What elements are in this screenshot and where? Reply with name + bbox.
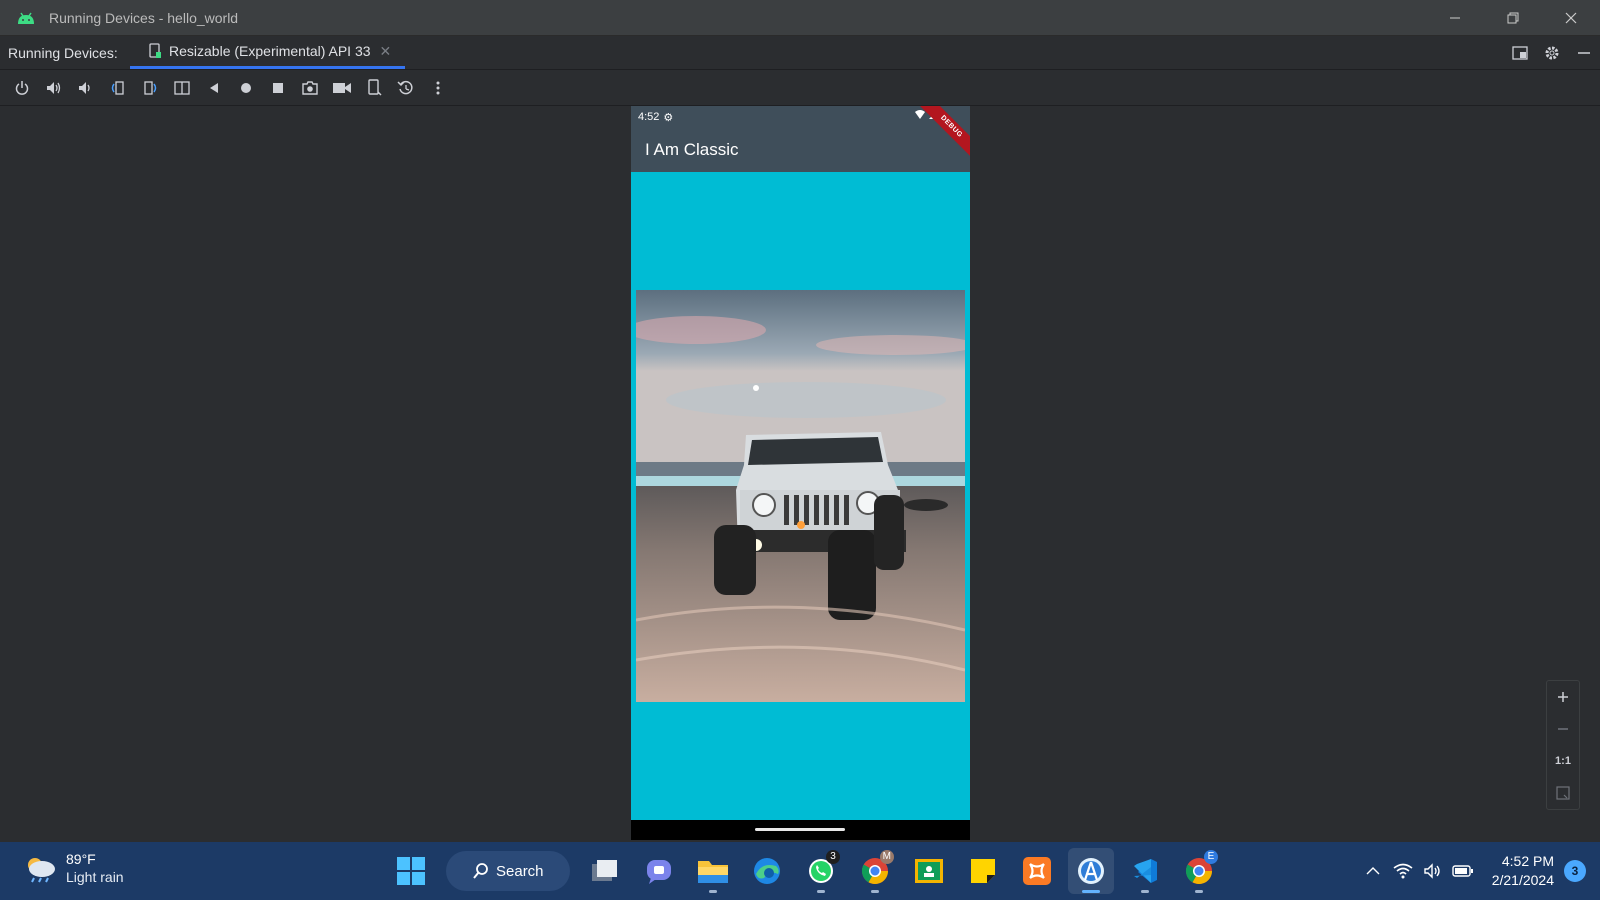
close-window-button[interactable] (1542, 0, 1600, 36)
tab-close-icon[interactable]: ✕ (380, 43, 392, 60)
volume-up-icon[interactable] (38, 73, 70, 103)
task-view-button[interactable] (582, 848, 628, 894)
teams-chat-icon (647, 860, 671, 884)
volume-icon[interactable] (1418, 851, 1448, 891)
power-icon[interactable] (6, 73, 38, 103)
rotate-right-icon[interactable] (134, 73, 166, 103)
fit-screen-button[interactable] (1547, 777, 1579, 809)
weather-temp: 89°F (66, 851, 96, 867)
start-button[interactable] (388, 848, 434, 894)
plus-icon (1558, 692, 1568, 702)
zoom-out-button[interactable] (1547, 713, 1579, 745)
chrome-profile-e-app[interactable]: E (1176, 848, 1222, 894)
android-studio-icon (1078, 858, 1104, 884)
more-icon[interactable] (422, 73, 454, 103)
running-devices-label: Running Devices: (8, 44, 118, 61)
device-frame-icon[interactable] (358, 73, 390, 103)
app-bar: I Am Classic (631, 128, 970, 172)
fit-screen-icon (1556, 786, 1570, 800)
reset-icon[interactable] (390, 73, 422, 103)
gesture-nav-bar (631, 820, 970, 840)
device-display-area: 4:52 ⚙ I Am Classic DEBUG 1:1 (0, 106, 1600, 842)
hide-panel-icon[interactable] (1568, 36, 1600, 70)
chrome-profile-badge-m: M (879, 850, 894, 864)
whatsapp-badge: 3 (826, 850, 840, 864)
vscode-app[interactable] (1122, 848, 1168, 894)
minimize-button[interactable] (1426, 0, 1484, 36)
edge-browser-app[interactable] (744, 848, 790, 894)
screenshot-icon[interactable] (294, 73, 326, 103)
restore-icon (1507, 12, 1519, 24)
folder-icon (698, 861, 728, 883)
search-icon (473, 863, 488, 879)
task-view-icon (592, 860, 617, 881)
taskbar-search[interactable]: Search (446, 851, 570, 891)
taskbar-apps: Search 3 M E (384, 847, 1226, 895)
window-title-bar: Running Devices - hello_world (0, 0, 1600, 36)
battery-icon[interactable] (1448, 851, 1478, 891)
wifi-icon[interactable] (1388, 851, 1418, 891)
whatsapp-app[interactable]: 3 (798, 848, 844, 894)
show-hidden-icons-chevron-up-icon[interactable] (1358, 851, 1388, 891)
clock-date: 2/21/2024 (1491, 872, 1554, 888)
system-tray: 4:52 PM 2/21/2024 3 (1358, 842, 1600, 900)
tab-label: Resizable (Experimental) API 33 (169, 43, 371, 59)
clock-time: 4:52 PM (1501, 853, 1554, 869)
back-icon[interactable] (198, 73, 230, 103)
app-title: I Am Classic (645, 140, 739, 159)
file-explorer-app[interactable] (690, 848, 736, 894)
weather-condition: Light rain (66, 869, 124, 885)
settings-gear-icon[interactable] (1536, 36, 1568, 70)
status-bar: 4:52 ⚙ (631, 106, 970, 128)
teams-chat-app[interactable] (636, 848, 682, 894)
chrome-profile-badge-e: E (1204, 850, 1218, 864)
window-title: Running Devices - hello_world (49, 9, 239, 26)
overview-icon[interactable] (262, 73, 294, 103)
taskbar-clock[interactable]: 4:52 PM 2/21/2024 (1492, 852, 1554, 890)
vscode-icon (1134, 859, 1157, 883)
actual-size-button[interactable]: 1:1 (1547, 745, 1579, 777)
home-icon[interactable] (230, 73, 262, 103)
android-studio-app[interactable] (1068, 848, 1114, 894)
chrome-profile-m-app[interactable]: M (852, 848, 898, 894)
device-screen[interactable]: 4:52 ⚙ I Am Classic DEBUG (631, 106, 970, 840)
notification-center-badge[interactable]: 3 (1564, 860, 1586, 882)
fold-icon[interactable] (166, 73, 198, 103)
windows-taskbar: 89°F Light rain Search 3 M E 4:52 PM 2/2… (0, 842, 1600, 900)
close-icon (1565, 12, 1577, 24)
home-gesture-handle[interactable] (755, 828, 845, 831)
jeep-on-beach-image (636, 290, 965, 702)
xampp-icon (1023, 857, 1051, 885)
minimize-icon (1450, 17, 1460, 19)
zoom-controls: 1:1 (1546, 680, 1580, 810)
device-icon (149, 43, 161, 58)
wifi-icon (915, 110, 925, 119)
edge-icon (754, 858, 780, 884)
sticky-notes-icon (971, 859, 995, 883)
rain-cloud-icon (28, 858, 55, 883)
classroom-icon (915, 859, 943, 883)
tab-resizable-api-33[interactable]: Resizable (Experimental) API 33 ✕ (130, 36, 406, 69)
settings-notification-icon: ⚙ (663, 111, 674, 124)
layout-toggle-icon[interactable] (1504, 36, 1536, 70)
status-time: 4:52 (638, 111, 660, 123)
windows-logo-icon (397, 857, 425, 885)
google-classroom-app[interactable] (906, 848, 952, 894)
zoom-in-button[interactable] (1547, 681, 1579, 713)
emulator-toolbar (0, 70, 1600, 106)
android-studio-icon (18, 12, 34, 24)
restore-button[interactable] (1484, 0, 1542, 36)
sticky-notes-app[interactable] (960, 848, 1006, 894)
running-devices-tab-row: Running Devices: Resizable (Experimental… (0, 36, 1600, 70)
rotate-left-icon[interactable] (102, 73, 134, 103)
minus-icon (1558, 728, 1568, 730)
app-body (631, 172, 970, 820)
search-label: Search (496, 862, 544, 880)
xampp-app[interactable] (1014, 848, 1060, 894)
volume-down-icon[interactable] (70, 73, 102, 103)
screen-record-icon[interactable] (326, 73, 358, 103)
weather-widget[interactable]: 89°F Light rain (22, 850, 124, 886)
